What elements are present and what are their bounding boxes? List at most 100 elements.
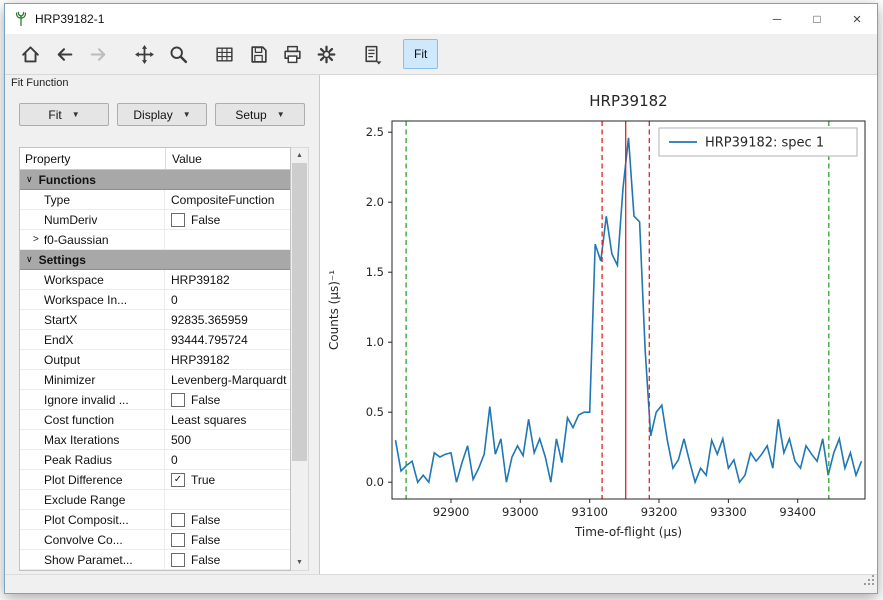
checkbox[interactable]: ✓ — [171, 473, 185, 487]
checkbox[interactable] — [171, 553, 185, 567]
property-row-minimizer[interactable]: MinimizerLevenberg-Marquardt — [20, 370, 290, 390]
fit-function-dock: Fit Function Fit ▼ Display▼ Setup▼ Property… — [5, 75, 320, 574]
property-value: 92835.365959 — [171, 313, 248, 327]
zoom-button[interactable] — [163, 39, 193, 69]
property-row-workspace-in-[interactable]: Workspace In...0 — [20, 290, 290, 310]
property-name: Exclude Range — [44, 493, 125, 507]
property-value: Levenberg-Marquardt — [171, 373, 286, 387]
mantid-logo-icon — [13, 11, 29, 27]
property-name: Plot Composit... — [44, 513, 129, 527]
x-axis-label: Time-of-flight (μs) — [573, 525, 681, 539]
property-table-header: Property Value — [20, 148, 290, 170]
property-value: False — [191, 553, 220, 567]
back-button[interactable] — [49, 39, 79, 69]
close-button[interactable]: × — [837, 4, 877, 34]
x-tick-label: 93000 — [502, 505, 539, 519]
collapse-icon[interactable]: ∨ — [26, 174, 33, 185]
collapse-icon[interactable]: ∨ — [26, 254, 33, 265]
axes-frame — [392, 121, 865, 499]
fit-button[interactable]: Fit — [403, 39, 438, 69]
checkbox[interactable] — [171, 393, 185, 407]
pan-icon — [134, 44, 155, 65]
property-row-max-iterations[interactable]: Max Iterations500 — [20, 430, 290, 450]
property-browser: Property Value ∨FunctionsTypeCompositeFu… — [19, 147, 309, 571]
property-table: Property Value ∨FunctionsTypeCompositeFu… — [19, 147, 291, 571]
checkbox[interactable] — [171, 213, 185, 227]
scroll-down-button[interactable]: ▼ — [291, 555, 308, 570]
y-tick-label: 0.0 — [365, 475, 383, 489]
forward-button[interactable] — [83, 39, 113, 69]
property-row-endx[interactable]: EndX93444.795724 — [20, 330, 290, 350]
property-row-plot-composit-[interactable]: Plot Composit... False — [20, 510, 290, 530]
property-row-convolve-co-[interactable]: Convolve Co... False — [20, 530, 290, 550]
print-button[interactable] — [277, 39, 307, 69]
gear-icon — [316, 44, 337, 65]
property-row-output[interactable]: OutputHRP39182 — [20, 350, 290, 370]
property-row-cost-function[interactable]: Cost functionLeast squares — [20, 410, 290, 430]
property-row-peak-radius[interactable]: Peak Radius0 — [20, 450, 290, 470]
property-row-ignore-invalid-[interactable]: Ignore invalid ...False — [20, 390, 290, 410]
y-tick-label: 1.5 — [365, 265, 383, 279]
generate-script-button[interactable] — [357, 39, 387, 69]
fit-plot: 9290093000931009320093300934000.00.51.01… — [322, 81, 876, 549]
menu-label: Fit — [48, 108, 61, 122]
menu-button-display[interactable]: Display▼ — [117, 103, 207, 126]
property-name: Show Paramet... — [44, 553, 133, 567]
property-row-exclude-range[interactable]: Exclude Range — [20, 490, 290, 510]
grid-button[interactable] — [209, 39, 239, 69]
y-tick-label: 2.5 — [365, 125, 383, 139]
x-tick-label: 93400 — [779, 505, 816, 519]
property-name: Workspace — [44, 273, 104, 287]
title-bar[interactable]: HRP39182-1 ─ □ × — [5, 4, 877, 34]
property-row-startx[interactable]: StartX 92835.365959 — [20, 310, 290, 330]
pan-button[interactable] — [129, 39, 159, 69]
save-button[interactable] — [243, 39, 273, 69]
grid-icon — [214, 44, 235, 65]
property-row-type[interactable]: TypeCompositeFunction — [20, 190, 290, 210]
chevron-down-icon: ▼ — [72, 110, 80, 119]
group-row-functions[interactable]: ∨Functions — [20, 170, 290, 190]
scrollbar-thumb[interactable] — [292, 163, 307, 461]
property-row-show-paramet-[interactable]: Show Paramet... False — [20, 550, 290, 570]
maximize-button[interactable]: □ — [797, 4, 837, 34]
y-tick-label: 1.0 — [365, 335, 383, 349]
property-name: EndX — [44, 333, 73, 347]
property-value: 0 — [171, 293, 178, 307]
home-button[interactable] — [15, 39, 45, 69]
save-icon — [248, 44, 269, 65]
property-value: False — [191, 513, 220, 527]
property-row-workspace[interactable]: WorkspaceHRP39182 — [20, 270, 290, 290]
plot-panel[interactable]: 9290093000931009320093300934000.00.51.01… — [320, 75, 877, 574]
menu-button-fit[interactable]: Fit ▼ — [19, 103, 109, 126]
zoom-icon — [168, 44, 189, 65]
print-icon — [282, 44, 303, 65]
scrollbar-track[interactable] — [291, 163, 308, 555]
checkbox[interactable] — [171, 533, 185, 547]
minimize-button[interactable]: ─ — [757, 4, 797, 34]
arrow-left-icon — [54, 44, 75, 65]
property-row-plot-difference[interactable]: Plot Difference✓True — [20, 470, 290, 490]
legend-label: HRP39182: spec 1 — [705, 136, 824, 151]
property-row-numderiv[interactable]: NumDerivFalse — [20, 210, 290, 230]
scroll-up-button[interactable]: ▲ — [291, 148, 308, 163]
group-row-settings[interactable]: ∨Settings — [20, 250, 290, 270]
vertical-scrollbar[interactable]: ▲ ▼ — [291, 147, 309, 571]
resize-grip-icon[interactable] — [862, 573, 875, 591]
window-title: HRP39182-1 — [35, 12, 757, 26]
property-name: f0-Gaussian — [44, 233, 109, 247]
expand-icon[interactable]: > — [33, 234, 39, 245]
property-value: HRP39182 — [171, 353, 230, 367]
property-name: StartX — [44, 313, 77, 327]
property-value: False — [191, 393, 220, 407]
property-value: False — [191, 533, 220, 547]
x-tick-label: 93300 — [710, 505, 747, 519]
status-bar — [5, 574, 877, 593]
menu-button-setup[interactable]: Setup▼ — [215, 103, 305, 126]
property-name: Convolve Co... — [44, 533, 123, 547]
property-row-f0-gaussian[interactable]: > f0-Gaussian — [20, 230, 290, 250]
dock-title: Fit Function — [5, 75, 319, 94]
y-tick-label: 2.0 — [365, 195, 383, 209]
property-value: 0 — [171, 453, 178, 467]
checkbox[interactable] — [171, 513, 185, 527]
settings-button[interactable] — [311, 39, 341, 69]
